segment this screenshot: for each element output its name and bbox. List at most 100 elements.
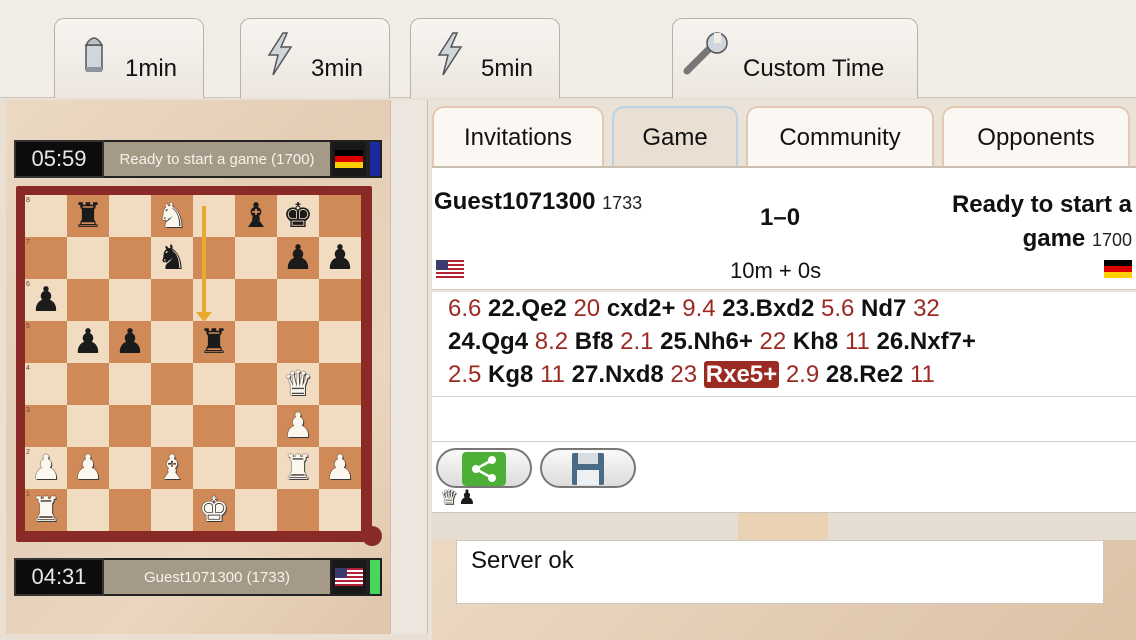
- move[interactable]: Nd7: [861, 295, 906, 322]
- square-b7[interactable]: [67, 237, 109, 279]
- square-c4[interactable]: [109, 363, 151, 405]
- square-f3[interactable]: [235, 405, 277, 447]
- square-c5[interactable]: ♟: [109, 321, 151, 363]
- square-e1[interactable]: ♚: [193, 489, 235, 531]
- white-rook-piece[interactable]: ♜: [283, 451, 313, 485]
- square-c7[interactable]: [109, 237, 151, 279]
- square-f1[interactable]: [235, 489, 277, 531]
- square-e5[interactable]: ♜: [193, 321, 235, 363]
- square-b6[interactable]: [67, 279, 109, 321]
- chess-board[interactable]: 8 ♜ ♞ ♝ ♚ 7 ♞ ♟ ♟ 6 ♟ 5 ♟ ♟ ♜ 4 ♛ 3 ♟ 2 ♟ ♟ ♝ ♜ ♟ 1 ♜ ♚: [25, 195, 361, 531]
- move[interactable]: 24.Qg4: [448, 328, 528, 355]
- square-e8[interactable]: [193, 195, 235, 237]
- square-b1[interactable]: [67, 489, 109, 531]
- square-b4[interactable]: [67, 363, 109, 405]
- 5min-button[interactable]: 5min: [410, 18, 560, 98]
- black-rook-piece[interactable]: ♜: [199, 325, 229, 359]
- square-f4[interactable]: [235, 363, 277, 405]
- square-g2[interactable]: ♜: [277, 447, 319, 489]
- square-h5[interactable]: [319, 321, 361, 363]
- white-rook-piece[interactable]: ♜: [31, 493, 61, 527]
- tab-game[interactable]: Game: [612, 106, 738, 168]
- move[interactable]: 28.Re2: [826, 361, 903, 388]
- square-h2[interactable]: ♟: [319, 447, 361, 489]
- square-d2[interactable]: ♝: [151, 447, 193, 489]
- black-pawn-piece[interactable]: ♟: [283, 241, 313, 275]
- square-d1[interactable]: [151, 489, 193, 531]
- white-queen-piece[interactable]: ♛: [283, 367, 313, 401]
- square-a7[interactable]: 7: [25, 237, 67, 279]
- square-c1[interactable]: [109, 489, 151, 531]
- share-button[interactable]: [436, 448, 532, 488]
- custom-time-button[interactable]: Custom Time: [672, 18, 918, 98]
- tab-invitations[interactable]: Invitations: [432, 106, 604, 168]
- square-g3[interactable]: ♟: [277, 405, 319, 447]
- square-a5[interactable]: 5: [25, 321, 67, 363]
- square-f7[interactable]: [235, 237, 277, 279]
- square-a3[interactable]: 3: [25, 405, 67, 447]
- black-knight-piece[interactable]: ♞: [157, 241, 187, 275]
- square-d5[interactable]: [151, 321, 193, 363]
- square-b3[interactable]: [67, 405, 109, 447]
- tab-opponents[interactable]: Opponents: [942, 106, 1130, 168]
- white-king-piece[interactable]: ♚: [199, 493, 229, 527]
- square-d8[interactable]: ♞: [151, 195, 193, 237]
- square-b8[interactable]: ♜: [67, 195, 109, 237]
- scrollbar-thumb[interactable]: [738, 513, 828, 541]
- square-h4[interactable]: [319, 363, 361, 405]
- square-f8[interactable]: ♝: [235, 195, 277, 237]
- panel-divider[interactable]: [390, 100, 428, 634]
- square-d7[interactable]: ♞: [151, 237, 193, 279]
- move-list[interactable]: 6.6 22.Qe2 20 cxd2+ 9.4 23.Bxd2 5.6 Nd7 …: [432, 292, 1136, 396]
- move[interactable]: 25.Nh6+: [660, 328, 753, 355]
- square-g7[interactable]: ♟: [277, 237, 319, 279]
- square-h6[interactable]: [319, 279, 361, 321]
- square-f5[interactable]: [235, 321, 277, 363]
- move[interactable]: 23.Bxd2: [722, 295, 814, 322]
- square-h3[interactable]: [319, 405, 361, 447]
- white-pawn-piece[interactable]: ♟: [31, 451, 61, 485]
- square-a2[interactable]: 2 ♟: [25, 447, 67, 489]
- white-knight-piece[interactable]: ♞: [157, 199, 187, 233]
- square-e3[interactable]: [193, 405, 235, 447]
- square-c3[interactable]: [109, 405, 151, 447]
- square-g4[interactable]: ♛: [277, 363, 319, 405]
- tab-community[interactable]: Community: [746, 106, 934, 168]
- square-b2[interactable]: ♟: [67, 447, 109, 489]
- white-bishop-piece[interactable]: ♝: [157, 451, 187, 485]
- square-h1[interactable]: [319, 489, 361, 531]
- horizontal-scrollbar[interactable]: [432, 512, 1136, 541]
- square-d4[interactable]: [151, 363, 193, 405]
- black-rook-piece[interactable]: ♜: [73, 199, 103, 233]
- black-pawn-piece[interactable]: ♟: [325, 241, 355, 275]
- square-f6[interactable]: [235, 279, 277, 321]
- 3min-button[interactable]: 3min: [240, 18, 390, 98]
- move[interactable]: 27.Nxd8: [572, 361, 664, 388]
- square-h7[interactable]: ♟: [319, 237, 361, 279]
- move[interactable]: cxd2+: [607, 295, 676, 322]
- black-pawn-piece[interactable]: ♟: [115, 325, 145, 359]
- square-h8[interactable]: [319, 195, 361, 237]
- square-e7[interactable]: [193, 237, 235, 279]
- move[interactable]: 26.Nxf7+: [877, 328, 976, 355]
- square-d6[interactable]: [151, 279, 193, 321]
- square-g6[interactable]: [277, 279, 319, 321]
- black-pawn-piece[interactable]: ♟: [31, 283, 61, 317]
- 1min-button[interactable]: 1min: [54, 18, 204, 98]
- square-b5[interactable]: ♟: [67, 321, 109, 363]
- square-a1[interactable]: 1 ♜: [25, 489, 67, 531]
- square-c6[interactable]: [109, 279, 151, 321]
- square-g1[interactable]: [277, 489, 319, 531]
- white-pawn-piece[interactable]: ♟: [283, 409, 313, 443]
- square-a6[interactable]: 6 ♟: [25, 279, 67, 321]
- move[interactable]: Bf8: [575, 328, 614, 355]
- square-a4[interactable]: 4: [25, 363, 67, 405]
- square-c2[interactable]: [109, 447, 151, 489]
- square-e2[interactable]: [193, 447, 235, 489]
- black-king-piece[interactable]: ♚: [283, 199, 313, 233]
- white-pawn-piece[interactable]: ♟: [325, 451, 355, 485]
- square-g5[interactable]: [277, 321, 319, 363]
- move[interactable]: Kh8: [793, 328, 838, 355]
- save-button[interactable]: [540, 448, 636, 488]
- move[interactable]: Kg8: [488, 361, 533, 388]
